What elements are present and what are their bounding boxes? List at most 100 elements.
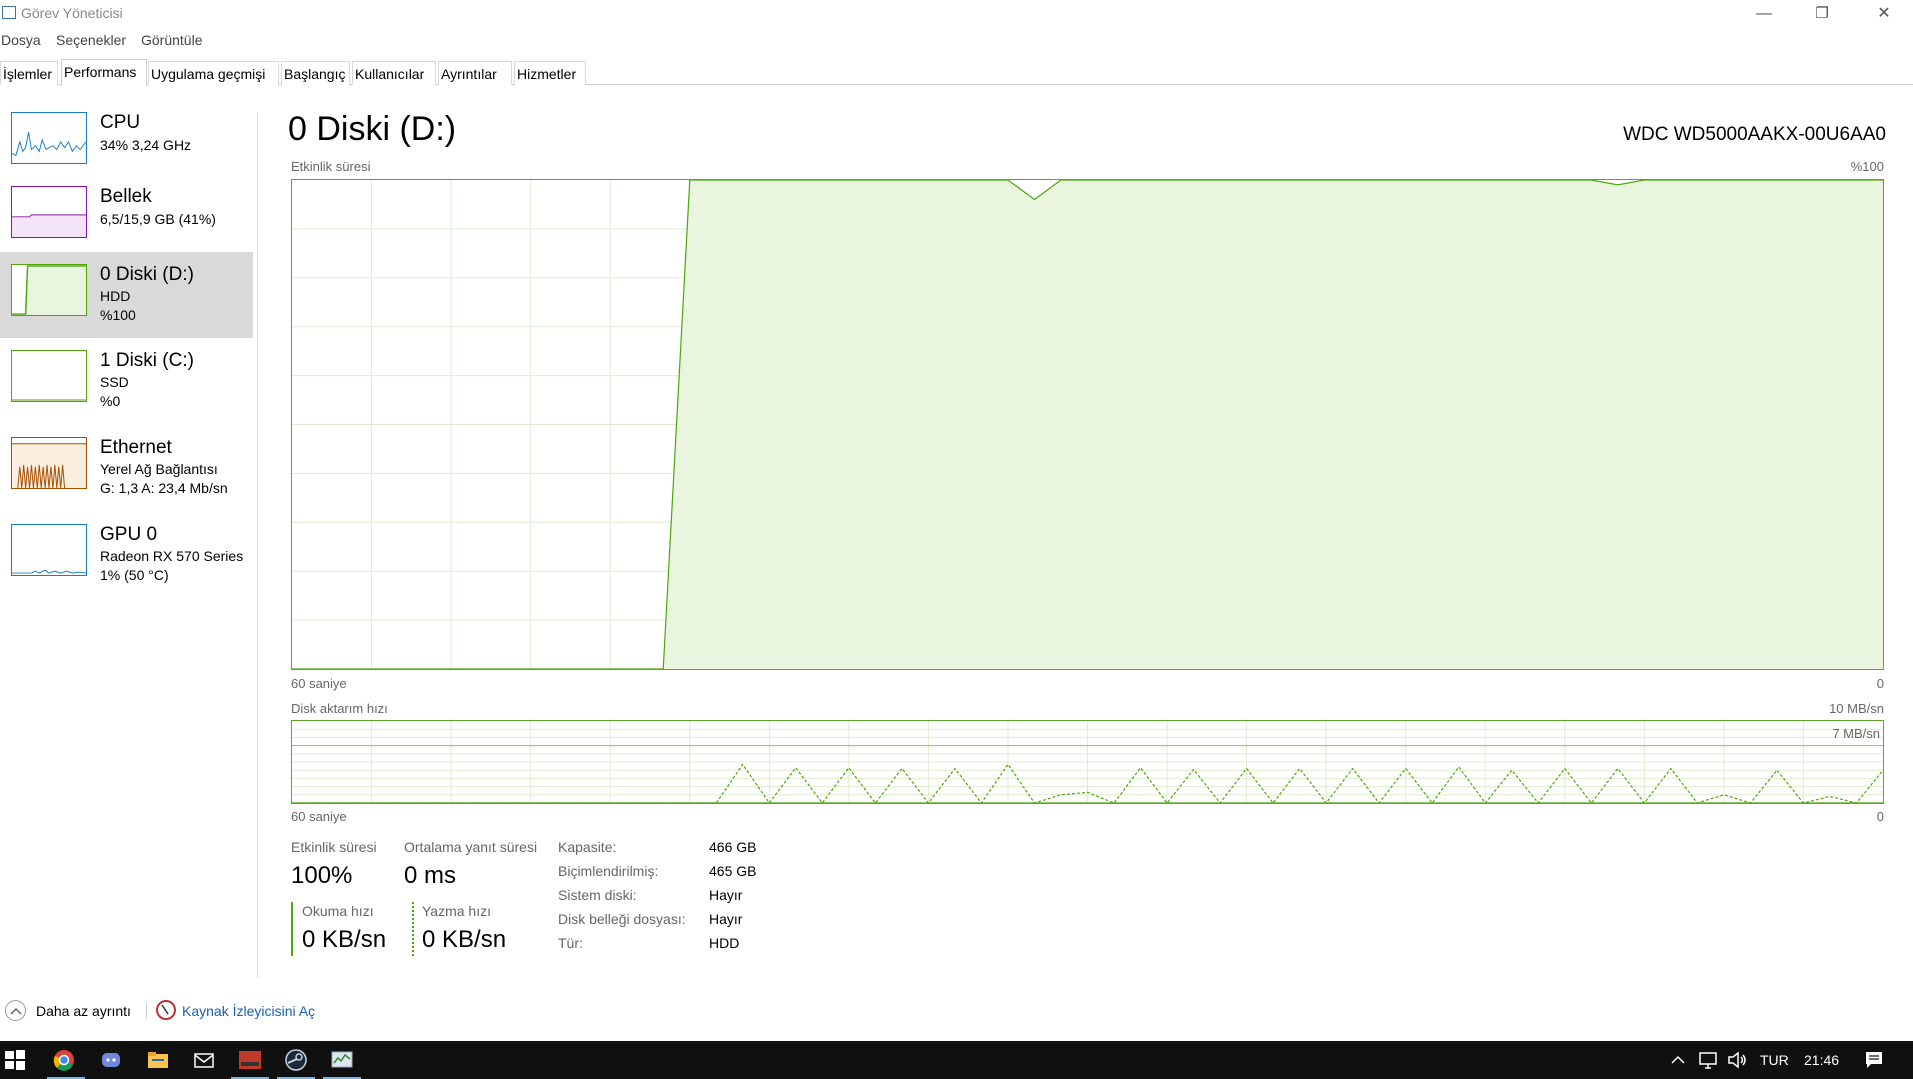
activity-chart-max-label: %100: [1850, 159, 1884, 174]
mail-icon[interactable]: [192, 1048, 216, 1072]
tab-uygulama-gecmisi[interactable]: Uygulama geçmişi: [148, 61, 279, 85]
avg-response-label: Ortalama yanıt süresi: [404, 839, 538, 855]
tab-islemler[interactable]: İşlemler: [0, 61, 58, 85]
disk-c-thumbnail-graph: [11, 350, 87, 402]
chevron-up-tray-icon[interactable]: [1666, 1048, 1690, 1072]
task-manager-icon: [2, 6, 16, 19]
activity-chart: [291, 179, 1884, 670]
read-speed-value: 0 KB/sn: [302, 926, 387, 953]
sidebar-item-bellek[interactable]: Bellek 6,5/15,9 GB (41%): [0, 174, 253, 260]
sidebar-disk-c-title: 1 Diski (C:): [100, 350, 194, 371]
steam-icon[interactable]: [284, 1048, 308, 1072]
title-bar: Görev Yöneticisi — ❐ ✕: [0, 0, 1913, 28]
write-speed-value: 0 KB/sn: [422, 926, 507, 953]
system-disk-value: Hayır: [709, 887, 743, 903]
read-speed-label: Okuma hızı: [302, 903, 374, 919]
taskbar-clock[interactable]: 21:46: [1804, 1052, 1839, 1068]
file-explorer-icon[interactable]: [146, 1048, 170, 1072]
type-label: Tür:: [558, 935, 583, 951]
discord-icon[interactable]: [99, 1048, 123, 1072]
activity-chart-x-left: 60 saniye: [291, 676, 347, 691]
tab-hizmetler[interactable]: Hizmetler: [514, 61, 586, 85]
sidebar-ethernet-title: Ethernet: [100, 437, 172, 458]
activity-chart-x-right: 0: [1876, 676, 1884, 691]
write-speed-label: Yazma hızı: [422, 903, 491, 919]
avg-response-value: 0 ms: [404, 862, 457, 889]
page-file-value: Hayır: [709, 911, 743, 927]
tab-kullanicilar[interactable]: Kullanıcılar: [352, 61, 436, 85]
close-button[interactable]: ✕: [1856, 0, 1912, 28]
menu-secenekler[interactable]: Seçenekler: [56, 32, 126, 48]
page-title: 0 Diski (D:): [288, 110, 457, 148]
capacity-label: Kapasite:: [558, 839, 617, 855]
transfer-chart-ref-label: 7 MB/sn: [1832, 726, 1880, 741]
disk-model: WDC WD5000AAKX-00U6AA0: [1623, 124, 1886, 145]
chrome-icon[interactable]: [52, 1048, 76, 1072]
footer-divider: [146, 1003, 147, 1019]
ethernet-thumbnail-graph: [11, 437, 87, 489]
gpu-thumbnail-graph: [11, 524, 87, 576]
activity-chart-label: Etkinlik süresi: [291, 159, 371, 174]
transfer-chart-svg: [292, 721, 1883, 803]
system-disk-label: Sistem diski:: [558, 887, 637, 903]
menu-goruntule[interactable]: Görüntüle: [141, 32, 202, 48]
sidebar-item-disk-d[interactable]: 0 Diski (D:) HDD %100: [0, 252, 253, 338]
sidebar-item-gpu[interactable]: GPU 0 Radeon RX 570 Series 1% (50 °C): [0, 512, 253, 598]
restore-button[interactable]: ❐: [1794, 0, 1850, 28]
transfer-chart-label: Disk aktarım hızı: [291, 701, 388, 716]
sidebar-disk-c-usage: %0: [100, 393, 121, 409]
sidebar-gpu-usage: 1% (50 °C): [100, 567, 169, 583]
minimize-button[interactable]: —: [1736, 0, 1792, 28]
sidebar-cpu-title: CPU: [100, 112, 141, 133]
taskbar: TUR 21:46: [0, 1041, 1913, 1079]
open-resource-monitor-link[interactable]: Kaynak İzleyicisini Aç: [182, 1003, 315, 1019]
page-file-label: Disk belleği dosyası:: [558, 911, 686, 927]
disk-d-thumbnail-graph: [11, 264, 87, 316]
transfer-chart-max-label: 10 MB/sn: [1829, 701, 1884, 716]
type-value: HDD: [709, 935, 740, 951]
sidebar-cpu-usage: 34% 3,24 GHz: [100, 137, 192, 153]
sidebar-ethernet-rates: G: 1,3 A: 23,4 Mb/sn: [100, 480, 228, 496]
sidebar-disk-d-usage: %100: [100, 307, 136, 323]
sidebar-memory-title: Bellek: [100, 186, 152, 207]
sidebar-memory-usage: 6,5/15,9 GB (41%): [100, 211, 216, 227]
language-indicator[interactable]: TUR: [1760, 1052, 1789, 1068]
less-details-link[interactable]: Daha az ayrıntı: [36, 1003, 131, 1019]
network-icon[interactable]: [1697, 1048, 1721, 1072]
tab-performans[interactable]: Performans: [61, 59, 147, 86]
formatted-value: 465 GB: [709, 863, 757, 879]
sidebar-disk-d-type: HDD: [100, 288, 131, 304]
sidebar-disk-c-type: SSD: [100, 374, 129, 390]
transfer-chart-x-right: 0: [1876, 809, 1884, 824]
read-speed-legend-bar: [291, 902, 293, 956]
action-center-icon[interactable]: [1862, 1048, 1886, 1072]
tab-baslangic[interactable]: Başlangıç: [281, 61, 350, 85]
task-manager-taskbar-icon[interactable]: [330, 1048, 354, 1072]
window-title: Görev Yöneticisi: [21, 5, 123, 21]
capacity-value: 466 GB: [709, 839, 757, 855]
activity-time-label: Etkinlik süresi: [291, 839, 377, 855]
sidebar-divider: [257, 112, 258, 978]
activity-time-value: 100%: [291, 862, 353, 889]
sidebar-gpu-title: GPU 0: [100, 524, 158, 545]
resource-monitor-icon[interactable]: [156, 1000, 176, 1020]
chevron-up-icon[interactable]: [5, 1000, 26, 1021]
voicemeeter-icon[interactable]: [238, 1048, 262, 1072]
formatted-label: Biçimlendirilmiş:: [558, 863, 659, 879]
activity-chart-svg: [292, 180, 1883, 669]
sidebar-item-disk-c[interactable]: 1 Diski (C:) SSD %0: [0, 338, 253, 424]
transfer-chart: [291, 720, 1884, 804]
tab-ayrintilar[interactable]: Ayrıntılar: [438, 61, 512, 85]
cpu-thumbnail-graph: [11, 112, 87, 164]
transfer-chart-x-left: 60 saniye: [291, 809, 347, 824]
sidebar-gpu-name: Radeon RX 570 Series: [100, 548, 244, 564]
sidebar-item-ethernet[interactable]: Ethernet Yerel Ağ Bağlantısı G: 1,3 A: 2…: [0, 425, 253, 511]
footer: Daha az ayrıntı Kaynak İzleyicisini Aç: [0, 996, 600, 1026]
volume-icon[interactable]: [1725, 1048, 1749, 1072]
write-speed-legend-bar: [412, 902, 414, 956]
windows-start-icon[interactable]: [3, 1048, 27, 1072]
sidebar-disk-d-title: 0 Diski (D:): [100, 264, 194, 285]
sidebar-ethernet-name: Yerel Ağ Bağlantısı: [100, 461, 218, 477]
menu-dosya[interactable]: Dosya: [1, 32, 41, 48]
tab-bar: İşlemler Performans Uygulama geçmişi Baş…: [0, 59, 1913, 86]
